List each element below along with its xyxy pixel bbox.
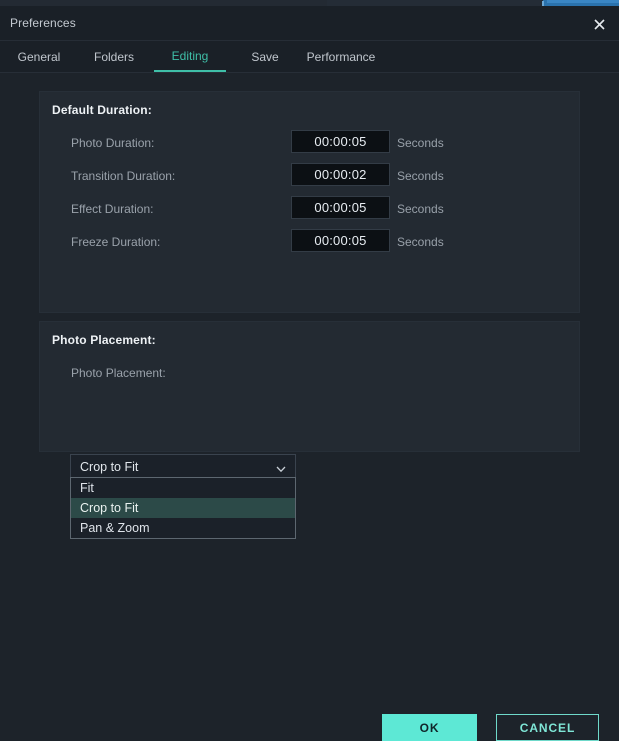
tab-save[interactable]: Save: [243, 41, 287, 72]
tab-performance[interactable]: Performance: [296, 41, 386, 72]
transition-duration-label: Transition Duration:: [71, 169, 175, 183]
photo-placement-title: Photo Placement:: [52, 333, 156, 347]
background-app-strip: [0, 0, 619, 8]
photo-placement-selected-value: Crop to Fit: [80, 460, 138, 474]
effect-duration-label: Effect Duration:: [71, 202, 154, 216]
background-strip-blue-highlight: [547, 0, 619, 3]
effect-duration-unit: Seconds: [397, 202, 444, 216]
background-strip-marker: [542, 1, 544, 6]
photo-placement-panel: Photo Placement: Photo Placement:: [39, 321, 580, 452]
tab-general[interactable]: General: [10, 41, 68, 72]
background-strip-middle: [327, 0, 543, 6]
photo-duration-label: Photo Duration:: [71, 136, 154, 150]
ok-button[interactable]: OK: [382, 714, 477, 741]
default-duration-title: Default Duration:: [52, 103, 152, 117]
tab-folders[interactable]: Folders: [85, 41, 143, 72]
default-duration-panel: Default Duration: Photo Duration: 00:00:…: [39, 91, 580, 313]
transition-duration-unit: Seconds: [397, 169, 444, 183]
photo-placement-dropdown: Fit Crop to Fit Pan & Zoom: [70, 477, 296, 539]
close-icon[interactable]: [579, 8, 619, 40]
tab-editing[interactable]: Editing: [154, 41, 226, 72]
tab-bar: General Folders Editing Save Performance: [0, 41, 619, 73]
dialog-title: Preferences: [10, 16, 76, 30]
effect-duration-input[interactable]: 00:00:05: [291, 196, 390, 219]
preferences-dialog: Preferences General Folders Editing Save…: [0, 8, 619, 691]
dialog-titlebar: Preferences: [0, 8, 619, 41]
dropdown-option-crop-to-fit[interactable]: Crop to Fit: [71, 498, 295, 518]
cancel-button[interactable]: CANCEL: [496, 714, 599, 741]
dropdown-option-fit[interactable]: Fit: [71, 478, 295, 498]
background-strip-left: [0, 0, 327, 6]
freeze-duration-label: Freeze Duration:: [71, 235, 160, 249]
freeze-duration-input[interactable]: 00:00:05: [291, 229, 390, 252]
chevron-down-icon: [275, 462, 287, 474]
dialog-content: Default Duration: Photo Duration: 00:00:…: [0, 73, 619, 694]
photo-duration-input[interactable]: 00:00:05: [291, 130, 390, 153]
freeze-duration-unit: Seconds: [397, 235, 444, 249]
photo-placement-field-label: Photo Placement:: [71, 366, 166, 380]
dropdown-option-pan-and-zoom[interactable]: Pan & Zoom: [71, 518, 295, 538]
transition-duration-input[interactable]: 00:00:02: [291, 163, 390, 186]
photo-duration-unit: Seconds: [397, 136, 444, 150]
